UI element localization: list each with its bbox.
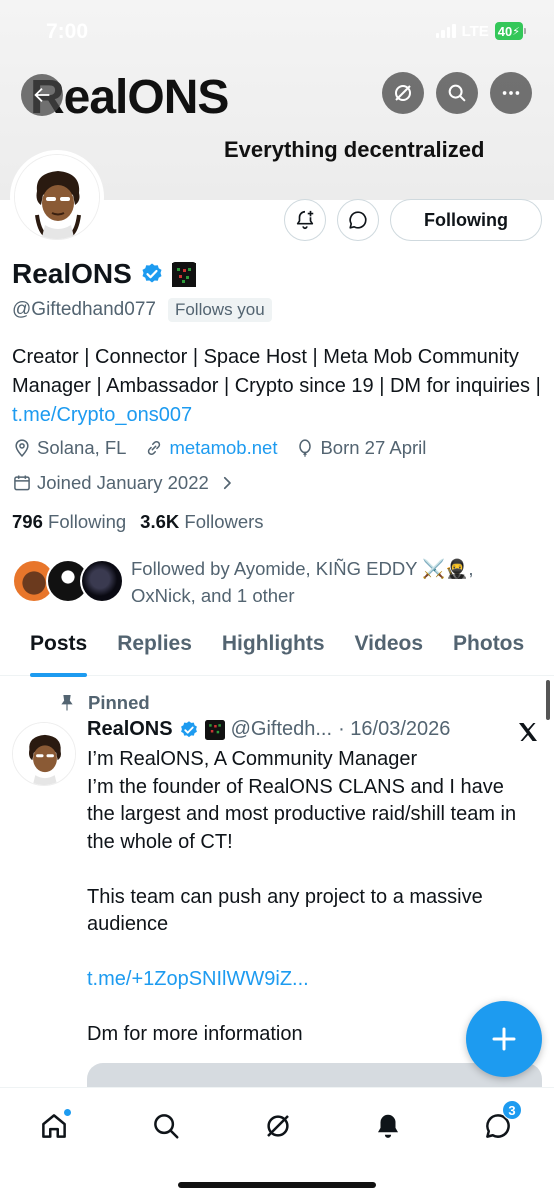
avatar-illustration — [15, 155, 99, 239]
plus-icon — [492, 1027, 516, 1051]
followed-by-row[interactable]: Followed by Ayomide, KIÑG EDDY ⚔️🥷, OxNi… — [12, 555, 491, 609]
battery-icon: 40 ⚡ — [494, 22, 526, 40]
website-item[interactable]: metamob.net — [144, 437, 277, 459]
x-logo-icon — [516, 720, 540, 749]
location-item: Solana, FL — [12, 437, 126, 459]
profile-handle: @Giftedhand077 — [12, 299, 156, 320]
pinned-label: Pinned — [88, 692, 150, 713]
status-indicators: LTE 40 ⚡ — [435, 22, 526, 40]
followers-count-link[interactable]: 3.6K Followers — [140, 511, 263, 533]
tab-videos[interactable]: Videos — [355, 620, 423, 675]
birthday-item: Born 27 April — [295, 437, 426, 459]
affiliate-badge-icon — [204, 719, 225, 740]
affiliate-badge-icon[interactable] — [171, 262, 196, 287]
scrollbar[interactable] — [546, 680, 550, 720]
post-line — [87, 856, 537, 884]
network-label: LTE — [461, 22, 489, 40]
nav-notifications[interactable] — [368, 1106, 408, 1146]
bio-text: Creator | Connector | Space Host | Meta … — [12, 346, 541, 397]
tab-photos[interactable]: Photos — [453, 620, 524, 675]
profile-meta-row: Solana, FL metamob.net Born 27 April — [12, 437, 444, 459]
display-name: RealONS — [12, 258, 196, 290]
profile-bio: Creator | Connector | Space Host | Meta … — [12, 343, 542, 430]
following-button[interactable]: Following — [390, 199, 542, 241]
balloon-icon — [299, 439, 312, 457]
post-line: I’m RealONS, A Community Manager — [87, 748, 418, 770]
bell-icon — [378, 1114, 398, 1138]
calendar-icon — [14, 475, 30, 491]
chevron-right-icon — [223, 476, 231, 490]
pinned-indicator: Pinned — [58, 692, 150, 714]
link-icon — [148, 440, 161, 456]
grok-icon — [267, 1115, 289, 1137]
messages-badge: 3 — [502, 1100, 522, 1120]
nav-search[interactable] — [146, 1106, 186, 1146]
display-name-text: RealONS — [12, 258, 132, 289]
profile-avatar[interactable] — [10, 150, 104, 244]
post-author-name[interactable]: RealONS — [87, 718, 173, 741]
post-author-handle[interactable]: @Giftedh... — [231, 718, 332, 741]
home-unread-dot — [63, 1108, 72, 1117]
post-line — [87, 994, 537, 1022]
notifications-toggle-button[interactable] — [284, 199, 326, 241]
tab-replies[interactable]: Replies — [117, 620, 192, 675]
post-header: RealONS @Giftedh... · 16/03/2026 — [87, 718, 450, 741]
post-date: · 16/03/2026 — [338, 718, 451, 740]
more-button[interactable] — [490, 72, 532, 114]
verified-badge-icon — [180, 720, 197, 737]
tab-posts[interactable]: Posts — [30, 620, 88, 677]
status-time: 7:00 — [46, 20, 89, 43]
post-body: I’m RealONS, A Community Manager I’m the… — [87, 746, 537, 1049]
followed-by-text: Followed by Ayomide, KIÑG EDDY ⚔️🥷, OxNi… — [131, 558, 474, 606]
post-link[interactable]: t.me/+1ZopSNIlWW9iZ... — [87, 966, 537, 994]
follower-avatar — [80, 559, 124, 603]
post-line: I’m the founder of RealONS CLANS and I h… — [87, 775, 517, 853]
search-button[interactable] — [436, 72, 478, 114]
bio-link[interactable]: t.me/Crypto_ons007 — [12, 404, 192, 426]
location-pin-icon — [15, 439, 29, 457]
search-icon — [448, 84, 466, 102]
signal-icon — [435, 24, 456, 38]
verified-badge-icon[interactable] — [140, 262, 164, 286]
nav-home[interactable] — [34, 1106, 74, 1146]
profile-tabs: Posts Replies Highlights Videos Photos — [0, 620, 554, 677]
joined-item[interactable]: Joined January 2022 — [12, 472, 236, 494]
following-count-link[interactable]: 796 Following — [12, 511, 126, 533]
nav-messages[interactable]: 3 — [478, 1100, 522, 1146]
banner-tagline: Everything decentralized — [224, 137, 485, 162]
website-link[interactable]: metamob.net — [169, 437, 277, 459]
follow-counts: 796 Following 3.6K Followers — [12, 511, 264, 533]
followed-by-avatars — [12, 555, 128, 603]
joined-row[interactable]: Joined January 2022 — [12, 472, 254, 494]
bell-plus-icon — [296, 210, 314, 230]
birthday-text: Born 27 April — [320, 437, 427, 458]
nav-grok[interactable] — [258, 1106, 298, 1146]
chat-bubble-icon — [349, 211, 367, 229]
tab-highlights[interactable]: Highlights — [222, 620, 325, 675]
search-icon — [154, 1114, 179, 1139]
home-indicator[interactable] — [178, 1182, 376, 1188]
grok-icon — [395, 85, 411, 101]
handle-row: @Giftedhand077 Follows you — [12, 298, 272, 322]
pin-icon — [61, 694, 73, 711]
message-button[interactable] — [337, 199, 379, 241]
follows-you-badge: Follows you — [167, 298, 272, 322]
grok-button[interactable] — [382, 72, 424, 114]
bottom-navigation: 3 — [0, 1087, 554, 1200]
joined-text: Joined January 2022 — [37, 472, 209, 493]
post-line — [87, 939, 537, 967]
compose-post-button[interactable] — [466, 1001, 542, 1077]
arrow-left-icon — [34, 87, 50, 103]
location-text: Solana, FL — [37, 437, 127, 458]
post-line: This team can push any project to a mass… — [87, 885, 483, 936]
post-author-avatar[interactable] — [12, 722, 76, 786]
more-icon — [502, 91, 520, 95]
back-button[interactable] — [21, 74, 63, 116]
